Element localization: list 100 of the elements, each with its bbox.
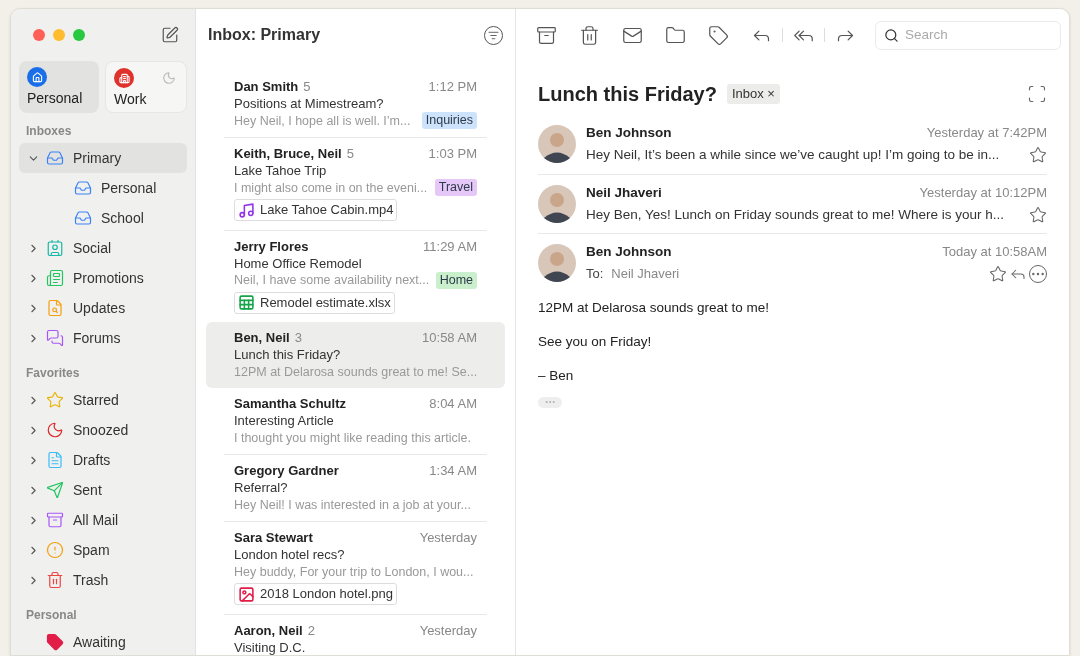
message-preview: Hey Ben, Yes! Lunch on Friday sounds great to me! Where is your h... <box>586 205 1004 224</box>
archive-box-icon <box>46 511 64 529</box>
inbox-icon <box>74 209 92 227</box>
sender-name: Jerry Flores <box>234 238 309 255</box>
message-row[interactable]: Samantha Schultz 8:04 AM Interesting Article I thought you might like reading this article. <box>206 388 505 454</box>
archive-icon[interactable] <box>536 24 557 46</box>
sender-name: Neil Jhaveri <box>586 183 662 202</box>
message-body-text: – Ben <box>538 367 574 386</box>
message-row[interactable]: Keith, Bruce, Neil 5 1:03 PM Lake Tahoe Trip I might also come in on the eveni... Travel Lake Tahoe Cabin.mp4 <box>206 138 505 230</box>
message-subject: Lake Tahoe Trip <box>234 162 327 179</box>
sidebar-item[interactable]: Spam <box>19 535 187 565</box>
account-name: Personal <box>27 89 83 107</box>
sidebar-item[interactable]: Forums <box>19 323 187 353</box>
sidebar-item[interactable]: Snoozed <box>19 415 187 445</box>
star-icon[interactable] <box>1029 205 1047 224</box>
attachment-chip[interactable]: Lake Tahoe Cabin.mp4 <box>234 199 398 221</box>
attachment-chip[interactable]: Remodel estimate.xlsx <box>234 291 395 314</box>
message-row[interactable]: Aaron, Neil 2 Yesterday Visiting D.C. <box>206 614 505 655</box>
message-subject: London hotel recs? <box>234 546 345 563</box>
section-heading: Personal <box>25 607 77 624</box>
star-icon <box>46 391 64 409</box>
sidebar-item[interactable]: Awaiting <box>19 627 187 655</box>
sender-name: Samantha Schultz <box>234 396 346 412</box>
attachment-chip[interactable]: 2018 London hotel.png <box>234 583 397 605</box>
document-search-icon <box>46 299 64 317</box>
sidebar-item[interactable]: Sent <box>19 475 187 505</box>
thread-message-header[interactable]: Neil Jhaveri Yesterday at 10:12PM Hey Ben, Yes! Lunch on Friday sounds great to me! Where is your h... <box>538 182 1047 225</box>
folder-icon[interactable] <box>665 24 686 46</box>
sidebar-item[interactable]: Starred <box>19 385 187 415</box>
trash-icon[interactable] <box>579 24 600 46</box>
message-preview: Hey Neil, I hope all is well. I’m... <box>234 112 411 129</box>
message-subject: Lunch this Friday? <box>234 346 341 363</box>
sidebar-item[interactable]: Trash <box>19 565 187 595</box>
section-heading: Favorites <box>25 365 80 382</box>
search-box[interactable]: Search <box>875 20 1061 50</box>
message-time: Yesterday at 7:42PM <box>926 124 1047 142</box>
tag-icon <box>46 633 64 651</box>
thread-count: 5 <box>346 146 354 162</box>
inbox-label-chip[interactable]: Inbox × <box>726 84 780 104</box>
message-row[interactable]: Gregory Gardner 1:34 AM Referral? Hey Neil! I was interested in a job at your... <box>206 455 505 521</box>
sender-name: Dan Smith <box>234 79 299 95</box>
thread-message-header[interactable]: Ben Johnson Yesterday at 7:42PM Hey Neil, It’s been a while since we’ve caught up! I’m going to be in... <box>538 123 1047 166</box>
message-preview: I might also come in on the eveni... <box>234 179 428 196</box>
thread-subject: Lunch this Friday? <box>538 82 717 107</box>
compose-icon[interactable] <box>161 26 179 44</box>
message-row[interactable]: Ben, Neil 3 10:58 AM Lunch this Friday? 12PM at Delarosa sounds great to me! Se... <box>206 322 505 388</box>
message-time: 10:58 AM <box>422 330 477 346</box>
search-field[interactable]: Search <box>904 24 1052 46</box>
sidebar-item[interactable]: School <box>19 203 187 233</box>
expand-icon[interactable] <box>1027 84 1047 104</box>
thread-message-header[interactable]: Ben Johnson Today at 10:58AM To: Neil Jhaveri <box>538 242 1047 284</box>
star-icon[interactable] <box>989 265 1007 283</box>
spreadsheet-icon <box>238 294 255 311</box>
message-preview: 12PM at Delarosa sounds great to me! Se... <box>234 363 478 380</box>
mailbox-title: Inbox: Primary <box>208 25 321 45</box>
message-time: 11:29 AM <box>423 238 477 255</box>
sidebar-item[interactable]: Updates <box>19 293 187 323</box>
inbox-icon <box>46 149 64 167</box>
sender-name: Ben Johnson <box>586 243 672 261</box>
thread-count: 5 <box>303 79 311 95</box>
sidebar-item[interactable]: Personal <box>19 173 187 203</box>
label-tag: Inquiries <box>421 112 477 129</box>
sidebar-item[interactable]: Primary <box>19 143 187 173</box>
message-subject: Home Office Remodel <box>234 254 362 272</box>
message-time: 1:12 PM <box>428 79 477 95</box>
sidebar-item[interactable]: Drafts <box>19 445 187 475</box>
label-tag: Home <box>435 271 477 289</box>
close-window-button[interactable] <box>33 29 45 41</box>
image-file-icon <box>238 585 255 603</box>
document-icon <box>46 451 64 469</box>
account-tab[interactable]: Work <box>105 61 187 113</box>
moon-icon <box>46 421 64 439</box>
account-tab[interactable]: Personal <box>19 61 99 113</box>
message-time: Yesterday <box>419 530 477 546</box>
sender-name: Sara Stewart <box>234 530 313 546</box>
message-subject: Interesting Article <box>234 412 334 429</box>
thread-count: 3 <box>294 330 302 346</box>
sender-name: Aaron, Neil <box>234 622 303 639</box>
search-icon <box>884 26 899 44</box>
message-preview: Hey Neil, It’s been a while since we’ve caught up! I’m going to be in... <box>586 146 1000 165</box>
message-time: Today at 10:58AM <box>942 243 1047 261</box>
sidebar-item[interactable]: All Mail <box>19 505 187 535</box>
message-row[interactable]: Jerry Flores 11:29 AM Home Office Remodel Neil, I have some availability next... Home Remodel estimate.xlsx <box>206 230 505 322</box>
message-time: 1:34 AM <box>429 463 477 479</box>
tag-icon[interactable] <box>708 24 729 46</box>
trash-icon <box>46 571 64 589</box>
star-icon[interactable] <box>1029 146 1047 165</box>
message-subject: Referral? <box>234 479 288 496</box>
avatar <box>538 184 576 223</box>
message-time: Yesterday <box>419 622 477 639</box>
section-heading: Inboxes <box>25 123 72 140</box>
label-tag: Travel <box>434 179 477 196</box>
message-row[interactable]: Dan Smith 5 1:12 PM Positions at Mimestream? Hey Neil, I hope all is well. I’m... Inquiries <box>206 71 505 137</box>
sidebar-item[interactable]: Promotions <box>19 263 187 293</box>
message-preview: Hey Neil! I was interested in a job at your... <box>234 496 471 513</box>
message-row[interactable]: Sara Stewart Yesterday London hotel recs? Hey buddy, For your trip to London, I wou... 2018 London hotel.png <box>206 522 505 614</box>
message-body-text: 12PM at Delarosa sounds great to me! <box>538 298 770 317</box>
warning-icon <box>46 541 64 559</box>
sidebar-item[interactable]: Social <box>19 233 187 263</box>
sender-name: Keith, Bruce, Neil <box>234 146 342 162</box>
